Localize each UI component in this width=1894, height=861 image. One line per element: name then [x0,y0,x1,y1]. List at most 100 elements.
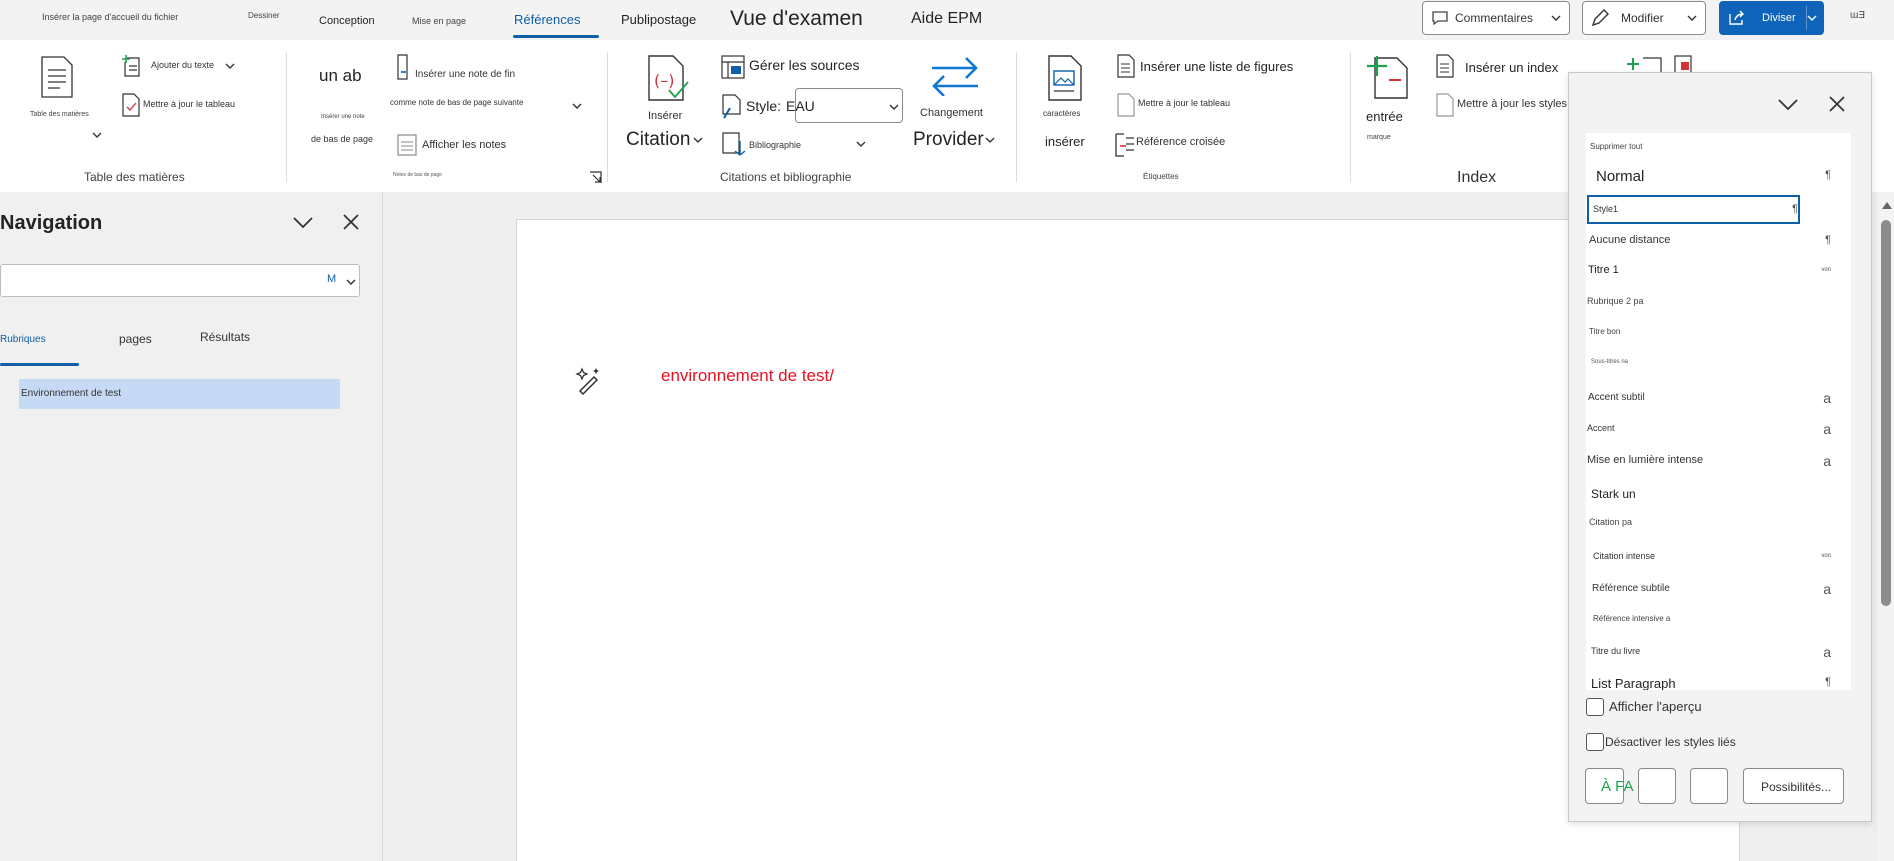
tab-mailings[interactable]: Publipostage [621,12,696,27]
update-table-button[interactable]: Mettre à jour le tableau [143,99,235,109]
style-item-title[interactable]: Titre bon [1586,319,1851,349]
style-item-emphasis[interactable]: Accent a [1586,414,1851,444]
add-text-button[interactable]: Ajouter du texte [151,60,214,70]
copilot-sparkle-icon[interactable] [574,365,604,395]
character-style-icon: a [1823,421,1831,437]
mark-entry-button[interactable]: marque [1367,134,1391,141]
chevron-down-icon[interactable] [92,132,102,138]
style-item-label: Titre du livre [1591,646,1641,656]
bibliography-icon [721,131,747,157]
disable-linked-styles-checkbox[interactable] [1586,733,1604,751]
cross-reference-icon [1114,132,1136,158]
style-item-heading2[interactable]: Rubrique 2 pa [1586,287,1851,317]
insert-endnote-button[interactable]: Insérer une note de fin [415,69,515,80]
tab-draw[interactable]: Dessiner [248,11,280,20]
comments-button[interactable]: Commentaires [1422,1,1570,35]
tab-review[interactable]: Vue d'examen [730,7,863,31]
provider-button[interactable]: Provider [913,129,984,151]
manage-styles-button[interactable] [1690,768,1728,804]
ribbon-display-icon[interactable]: ɯƎ [1850,10,1865,21]
style-item-label: Accent subtil [1588,392,1645,403]
dialog-launcher-icon[interactable] [589,171,602,184]
insert-index-button[interactable]: Insérer un index [1465,60,1558,75]
chevron-down-icon[interactable] [346,279,356,285]
heading-item-label: Environnement de test [21,388,122,399]
navigation-search-input[interactable]: M [0,264,360,297]
style-label: Style: [746,98,782,114]
style-item-subtle-emphasis[interactable]: Accent subtil a [1586,383,1851,413]
style-item-subtle-reference[interactable]: Référence subtile a [1586,574,1851,604]
scroll-up-arrow-icon[interactable] [1882,202,1892,209]
citation-style-value: EAU [786,98,815,114]
share-button[interactable]: Diviser [1719,1,1824,35]
close-icon[interactable] [343,214,359,230]
insert-footnote-button[interactable]: Insérer une note [321,114,365,120]
style-item-intense-reference[interactable]: Référence intensive a [1586,605,1851,635]
options-button[interactable]: Possibilités... [1743,768,1844,804]
style-inspector-button[interactable] [1638,768,1676,804]
tab-results[interactable]: Résultats [200,330,250,344]
tab-headings[interactable]: Rubriques [0,334,46,345]
paragraph-mark-icon: ¶ [1825,169,1831,181]
style-item-label: Aucune distance [1589,234,1671,246]
footnote-ab-icon[interactable]: un ab [319,66,362,86]
toc-group-label: Table des matières [84,170,185,184]
menu-bar: Insérer la page d'accueil du fichier Des… [0,0,1894,40]
show-notes-button[interactable]: Afficher les notes [422,139,506,151]
chevron-down-icon[interactable] [693,137,703,143]
bibliography-button[interactable]: Bibliographie [749,140,801,150]
style-item-quote[interactable]: Citation pa [1586,509,1851,539]
style-item-style1[interactable]: Style1 ¶ [1587,195,1800,224]
tab-file-insert[interactable]: Insérer la page d'accueil du fichier [42,12,178,22]
chevron-down-icon[interactable] [1778,99,1798,111]
style-item-no-spacing[interactable]: Aucune distance ¶ [1586,225,1851,255]
style-item-intense-quote[interactable]: Citation intense von [1586,542,1851,572]
caption-characters-label: caractères [1043,109,1081,118]
chevron-down-icon[interactable] [293,217,313,229]
style-item-clear-all[interactable]: Supprimer tout [1586,133,1851,163]
ribbon-separator [286,52,287,182]
heading-item[interactable]: Environnement de test [19,379,340,409]
insert-caption-button[interactable]: insérer [1045,134,1085,149]
update-index-icon [1435,93,1455,117]
citation-style-select[interactable]: EAU [786,88,903,123]
insert-citation-label: Insérer [648,110,683,122]
linked-style-icon: von [1821,267,1831,273]
chevron-down-icon[interactable] [856,141,866,147]
style-item-intense-emphasis[interactable]: Mise en lumière intense a [1586,446,1851,476]
styles-list: Supprimer tout Normal ¶ Style1 ¶ Aucune … [1586,133,1851,690]
close-icon[interactable] [1829,96,1845,112]
scrollbar-thumb[interactable] [1881,220,1891,606]
tab-references[interactable]: Références [514,12,580,27]
change-provider-label: Changement [920,107,983,119]
document-body-text[interactable]: environnement de test/ [661,366,834,386]
insert-citation-button[interactable]: Citation [626,129,690,151]
tab-design[interactable]: Conception [319,15,375,27]
document-page[interactable]: environnement de test/ [516,219,1740,861]
style-item-book-title[interactable]: Titre du livre a [1586,637,1851,667]
cross-reference-button[interactable]: Référence croisée [1136,136,1225,148]
update-figures-table-button[interactable]: Mettre à jour le tableau [1138,98,1230,108]
edit-mode-button[interactable]: Modifier [1582,1,1706,35]
insert-figures-list-button[interactable]: Insérer une liste de figures [1140,59,1293,74]
style-item-heading1[interactable]: Titre 1 von [1586,255,1851,285]
vertical-scrollbar[interactable] [1878,192,1894,861]
update-table-icon [121,93,141,117]
style-item-normal[interactable]: Normal ¶ [1586,161,1851,191]
chevron-down-icon[interactable] [225,63,235,69]
style-item-subtitle[interactable]: Sous-titres na [1586,351,1851,381]
tab-pages[interactable]: pages [119,332,152,346]
toc-button[interactable]: Table des matières [30,111,89,118]
new-style-button[interactable]: À FA [1585,768,1634,804]
tab-layout[interactable]: Mise en page [412,16,466,26]
tab-help[interactable]: Aide EPM [911,10,982,28]
style-item-strong[interactable]: Stark un [1586,478,1851,508]
character-style-icon: a [1823,390,1831,406]
chevron-down-icon[interactable] [985,137,995,143]
style-item-list-paragraph[interactable]: List Paragraph ¶ [1586,675,1851,690]
next-footnote-button[interactable]: comme note de bas de page suivante [390,98,523,107]
manage-sources-button[interactable]: Gérer les sources [749,57,859,73]
chevron-down-icon[interactable] [572,103,582,109]
show-preview-checkbox[interactable] [1586,698,1604,716]
insert-citation-icon: (–) [645,54,691,102]
